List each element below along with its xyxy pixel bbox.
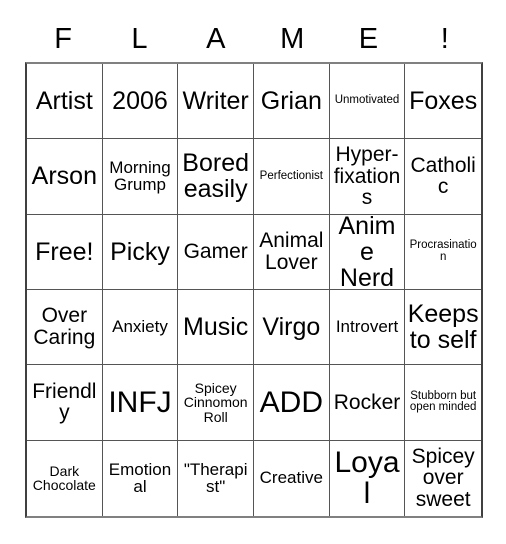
bingo-cell-r5-c4[interactable]: ADD bbox=[253, 365, 330, 441]
bingo-cell-label: Creative bbox=[259, 468, 323, 488]
bingo-cell-r5-c2[interactable]: INFJ bbox=[102, 365, 179, 441]
bingo-cell-r3-c5[interactable]: Anime Nerd bbox=[329, 214, 406, 290]
bingo-cell-r6-c3[interactable]: "Therapist" bbox=[178, 440, 254, 516]
bingo-cell-r2-c6[interactable]: Catholic bbox=[405, 139, 481, 215]
bingo-cell-label: Morning Grump bbox=[109, 157, 171, 195]
bingo-cell-label: Procrasination bbox=[409, 238, 477, 263]
bingo-cell-label: 2006 bbox=[112, 87, 168, 116]
bingo-header-letter-1: L bbox=[131, 22, 148, 55]
bingo-cell-r1-c4[interactable]: Grian bbox=[253, 64, 330, 140]
bingo-cell-r5-c5[interactable]: Rocker bbox=[329, 365, 406, 441]
bingo-header-letter-0: F bbox=[54, 22, 73, 55]
bingo-cell-r6-c4[interactable]: Creative bbox=[253, 440, 330, 516]
bingo-cell-label: Spicey Cinnomon Roll bbox=[183, 379, 248, 425]
bingo-cell-label: Over Caring bbox=[33, 304, 96, 350]
bingo-cell-label: Keeps to self bbox=[407, 300, 479, 355]
bingo-cell-r3-c3[interactable]: Gamer bbox=[178, 214, 254, 290]
bingo-cell-label: Anxiety bbox=[112, 317, 168, 337]
bingo-cell-r2-c3[interactable]: Bored easily bbox=[178, 139, 254, 215]
bingo-header-row: F L A M E! bbox=[25, 16, 483, 62]
bingo-cell-label: Perfectionist bbox=[259, 169, 323, 182]
bingo-cell-label: Animal Lover bbox=[259, 229, 324, 274]
bingo-cell-label: Free! bbox=[35, 237, 94, 266]
bingo-header-letter-4: E bbox=[358, 22, 379, 55]
bingo-cell-label: Bored easily bbox=[182, 149, 250, 204]
bingo-header-letter-5: ! bbox=[440, 22, 449, 55]
bingo-cell-label: Rocker bbox=[333, 390, 401, 414]
bingo-cell-label: Writer bbox=[182, 87, 249, 116]
bingo-cell-label: Emotional bbox=[108, 459, 172, 497]
bingo-cell-r4-c2[interactable]: Anxiety bbox=[102, 290, 179, 366]
bingo-cell-r2-c1[interactable]: Arson bbox=[27, 139, 103, 215]
bingo-grid: Artist 2006 Writer Grian Unmotivated Foxes Ars… bbox=[25, 62, 483, 518]
bingo-cell-label: Loyal bbox=[334, 446, 400, 511]
bingo-cell-label: Introvert bbox=[335, 317, 399, 337]
bingo-cell-label: Music bbox=[183, 313, 249, 342]
bingo-cell-r4-c1[interactable]: Over Caring bbox=[27, 290, 103, 366]
bingo-cell-label: INFJ bbox=[108, 385, 172, 419]
bingo-cell-r5-c6[interactable]: Stubborn but open minded bbox=[405, 365, 481, 441]
bingo-cell-r4-c3[interactable]: Music bbox=[178, 290, 254, 366]
bingo-cell-r6-c5[interactable]: Loyal bbox=[329, 440, 406, 516]
bingo-cell-r6-c2[interactable]: Emotional bbox=[102, 440, 179, 516]
bingo-cell-r3-c6[interactable]: Procrasination bbox=[405, 214, 481, 290]
bingo-cell-r6-c6[interactable]: Spicey over sweet bbox=[405, 440, 481, 516]
bingo-cell-r2-c5[interactable]: Hyper-fixations bbox=[329, 139, 406, 215]
bingo-cell-label: Arson bbox=[31, 162, 97, 191]
bingo-cell-r4-c4[interactable]: Virgo bbox=[253, 290, 330, 366]
bingo-cell-r1-c5[interactable]: Unmotivated bbox=[329, 64, 406, 140]
bingo-card: F L A M E! Artist 2006 Writer Grian Unmotivated F… bbox=[0, 0, 506, 544]
bingo-cell-r2-c2[interactable]: Morning Grump bbox=[102, 139, 179, 215]
bingo-cell-r4-c5[interactable]: Introvert bbox=[329, 290, 406, 366]
bingo-cell-r3-c4[interactable]: Animal Lover bbox=[253, 214, 330, 290]
bingo-cell-label: "Therapist" bbox=[183, 459, 248, 497]
bingo-cell-label: Grian bbox=[260, 87, 322, 116]
bingo-cell-r3-c2[interactable]: Picky bbox=[102, 214, 179, 290]
bingo-cell-r4-c6[interactable]: Keeps to self bbox=[405, 290, 481, 366]
bingo-cell-r1-c6[interactable]: Foxes bbox=[405, 64, 481, 140]
bingo-cell-label: Gamer bbox=[183, 239, 248, 263]
bingo-cell-r2-c4[interactable]: Perfectionist bbox=[253, 139, 330, 215]
bingo-cell-label: Virgo bbox=[262, 313, 321, 342]
bingo-cell-label: Unmotivated bbox=[334, 94, 400, 107]
bingo-cell-label: Stubborn but open minded bbox=[409, 389, 477, 414]
bingo-cell-r1-c3[interactable]: Writer bbox=[178, 64, 254, 140]
bingo-cell-label: Friendly bbox=[32, 379, 97, 425]
bingo-cell-label: ADD bbox=[259, 385, 323, 419]
bingo-cell-label: Spicey over sweet bbox=[411, 444, 475, 512]
bingo-cell-label: Catholic bbox=[410, 153, 476, 199]
bingo-cell-r3-c1[interactable]: Free! bbox=[27, 214, 103, 290]
bingo-cell-label: Foxes bbox=[409, 87, 478, 116]
bingo-cell-label: Anime Nerd bbox=[338, 214, 396, 290]
bingo-header-letter-3: M bbox=[280, 22, 305, 55]
bingo-cell-label: Artist bbox=[35, 87, 93, 116]
bingo-cell-r6-c1[interactable]: Dark Chocolate bbox=[27, 440, 103, 516]
bingo-header-letter-2: A bbox=[206, 22, 226, 55]
bingo-cell-label: Dark Chocolate bbox=[32, 462, 96, 494]
bingo-cell-r1-c1[interactable]: Artist bbox=[27, 64, 103, 140]
bingo-cell-r5-c3[interactable]: Spicey Cinnomon Roll bbox=[178, 365, 254, 441]
bingo-cell-label: Picky bbox=[110, 237, 170, 266]
bingo-cell-r1-c2[interactable]: 2006 bbox=[102, 64, 179, 140]
bingo-cell-label: Hyper-fixations bbox=[333, 142, 401, 210]
bingo-cell-r5-c1[interactable]: Friendly bbox=[27, 365, 103, 441]
